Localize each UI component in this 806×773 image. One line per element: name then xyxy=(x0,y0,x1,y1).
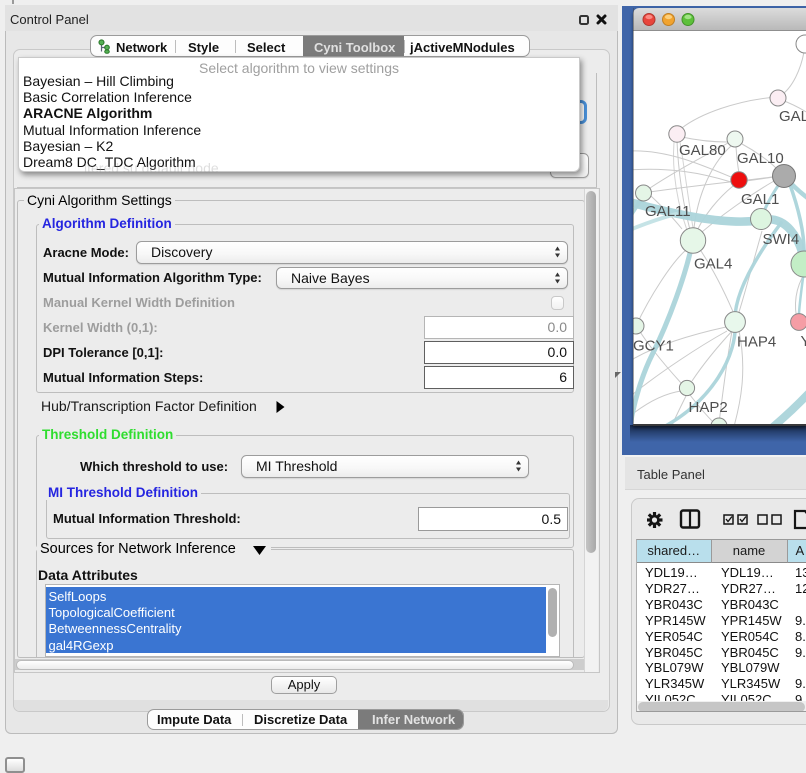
svg-text:GAL80: GAL80 xyxy=(679,142,726,159)
svg-text:SWI4: SWI4 xyxy=(763,231,800,248)
svg-text:GCY1: GCY1 xyxy=(633,338,674,355)
svg-text:GAL10: GAL10 xyxy=(737,150,784,167)
svg-text:GAL11: GAL11 xyxy=(645,203,691,220)
svg-text:GAL4: GAL4 xyxy=(694,256,732,273)
svg-text:HAP4: HAP4 xyxy=(737,334,776,351)
svg-text:GAL7: GAL7 xyxy=(779,108,806,125)
svg-text:GAL1: GAL1 xyxy=(741,191,779,208)
svg-text:HAP2: HAP2 xyxy=(689,399,728,416)
svg-text:Y: Y xyxy=(801,333,806,350)
